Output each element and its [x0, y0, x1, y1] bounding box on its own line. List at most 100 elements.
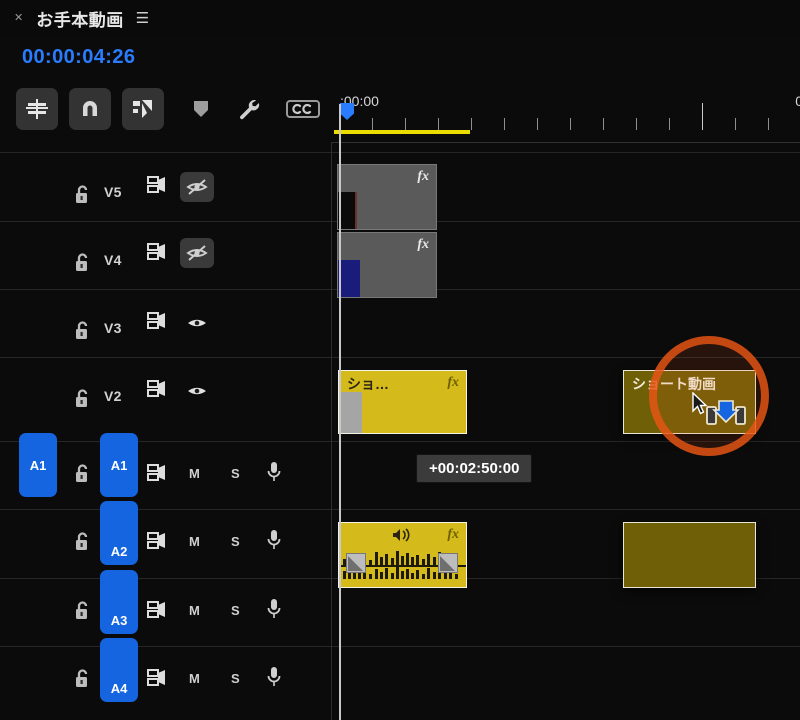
ruler-tick [735, 118, 736, 130]
clip-fx-badge: fx [417, 237, 429, 252]
clip-a2-dragging[interactable] [623, 522, 756, 588]
unlock-icon[interactable] [73, 252, 91, 272]
sync-lock-icon[interactable] [147, 176, 169, 198]
ruler-tick [405, 118, 406, 130]
mute-button-a2[interactable]: M [189, 534, 200, 549]
ruler-tick [372, 118, 373, 130]
target-track-indicator-a4[interactable]: A4 [100, 638, 138, 702]
ruler-tick [768, 118, 769, 130]
close-icon[interactable]: ✕ [14, 12, 23, 24]
clip-title: ショ… [347, 376, 389, 392]
marker-icon[interactable] [180, 88, 222, 130]
clip-title: ショート動画 [632, 376, 716, 392]
mute-button-a3[interactable]: M [189, 603, 200, 618]
ruler-tick [537, 118, 538, 130]
solo-button-a1[interactable]: S [231, 466, 240, 481]
unlock-icon[interactable] [73, 388, 91, 408]
track-header-a3[interactable]: A3 M S [0, 570, 331, 646]
unlock-icon[interactable] [73, 600, 91, 620]
linked-selection-icon[interactable] [122, 88, 164, 130]
target-track-label: A3 [110, 613, 128, 628]
snap-magnet-icon[interactable] [69, 88, 111, 130]
target-track-label: A2 [110, 544, 128, 559]
unlock-icon[interactable] [73, 320, 91, 340]
timeline-panel: ✕ お手本動画 ☰ 00:00:04:26:00:00 0 V5 V4 V3 … [0, 0, 800, 720]
target-track-indicator-a3[interactable]: A3 [100, 570, 138, 634]
clip-fx-badge: fx [417, 169, 429, 184]
clip-thumbnail [338, 260, 360, 297]
clip-fx-badge: fx [447, 375, 459, 390]
sync-lock-icon[interactable] [147, 601, 169, 623]
mute-button-a1[interactable]: M [189, 466, 200, 481]
fade-handle-right[interactable] [438, 553, 458, 573]
playhead-handle[interactable] [340, 103, 354, 120]
unlock-icon[interactable] [73, 668, 91, 688]
clip-v2-dragging[interactable]: ショート動画 [623, 370, 756, 434]
target-track-indicator-a1[interactable]: A1 [100, 433, 138, 497]
track-header-v3[interactable]: V3 [0, 290, 331, 357]
ruler-tick [702, 103, 703, 130]
ruler-divider [332, 142, 800, 143]
sequence-settings-icon[interactable] [16, 88, 58, 130]
clip-fx-badge: fx [447, 527, 459, 542]
sync-lock-icon[interactable] [147, 669, 169, 691]
microphone-icon[interactable] [266, 529, 282, 556]
track-header-a4[interactable]: A4 M S [0, 638, 331, 720]
clip-v4[interactable]: fx [337, 232, 437, 298]
ruler-tick [471, 118, 472, 130]
track-name-v2: V2 [104, 388, 122, 404]
microphone-icon[interactable] [266, 461, 282, 488]
eye-icon[interactable] [180, 376, 214, 406]
solo-button-a3[interactable]: S [231, 603, 240, 618]
track-header-v4[interactable]: V4 [0, 222, 331, 289]
track-name-v3: V3 [104, 320, 122, 336]
sync-lock-icon[interactable] [147, 464, 169, 486]
work-area-bar[interactable] [334, 130, 470, 134]
time-ruler[interactable]: :00:00 0 [332, 84, 800, 142]
eye-icon[interactable] [180, 308, 214, 338]
eye-off-icon[interactable] [180, 238, 214, 268]
clip-v5[interactable]: fx [337, 164, 437, 230]
target-track-indicator-a2[interactable]: A2 [100, 501, 138, 565]
drag-offset-tooltip: +00:02:50:00 [416, 454, 533, 483]
microphone-icon[interactable] [266, 598, 282, 625]
unlock-icon[interactable] [73, 184, 91, 204]
track-name-v5: V5 [104, 184, 122, 200]
ruler-end-label: 0 [795, 93, 800, 109]
track-header-v5[interactable]: V5 [0, 153, 331, 221]
unlock-icon[interactable] [73, 531, 91, 551]
mute-button-a4[interactable]: M [189, 671, 200, 686]
ruler-tick [504, 118, 505, 130]
panel-tab-bar: ✕ お手本動画 ☰ [0, 0, 800, 36]
ruler-tick [636, 118, 637, 130]
ruler-tick [570, 118, 571, 130]
closed-captions-icon[interactable] [282, 88, 324, 130]
sync-lock-icon[interactable] [147, 312, 169, 334]
microphone-icon[interactable] [266, 666, 282, 693]
solo-button-a4[interactable]: S [231, 671, 240, 686]
target-track-label: A4 [110, 681, 128, 696]
hamburger-menu-icon[interactable]: ☰ [136, 11, 149, 26]
fade-handle-left[interactable] [346, 553, 366, 573]
clip-a2[interactable]: fx [338, 522, 467, 588]
unlock-icon[interactable] [73, 463, 91, 483]
track-name-v4: V4 [104, 252, 122, 268]
track-header-a1[interactable]: A1 M S [0, 433, 331, 509]
sync-lock-icon[interactable] [147, 380, 169, 402]
ruler-tick [669, 118, 670, 130]
target-track-label: A1 [110, 457, 128, 473]
panel-tab-title[interactable]: お手本動画 [36, 6, 124, 31]
track-header-a2[interactable]: A2 M S [0, 501, 331, 578]
clip-thumbnail [338, 192, 357, 229]
track-header-divider [331, 142, 332, 720]
eye-off-icon[interactable] [180, 172, 214, 202]
track-header-v2[interactable]: V2 [0, 358, 331, 441]
playhead-timecode[interactable]: 00:00:04:26 [22, 46, 135, 69]
wrench-settings-icon[interactable] [228, 88, 270, 130]
sync-lock-icon[interactable] [147, 532, 169, 554]
ruler-tick [438, 118, 439, 130]
clip-v2[interactable]: ショ… fx [338, 370, 467, 434]
sync-lock-icon[interactable] [147, 243, 169, 265]
solo-button-a2[interactable]: S [231, 534, 240, 549]
ruler-tick [603, 118, 604, 130]
